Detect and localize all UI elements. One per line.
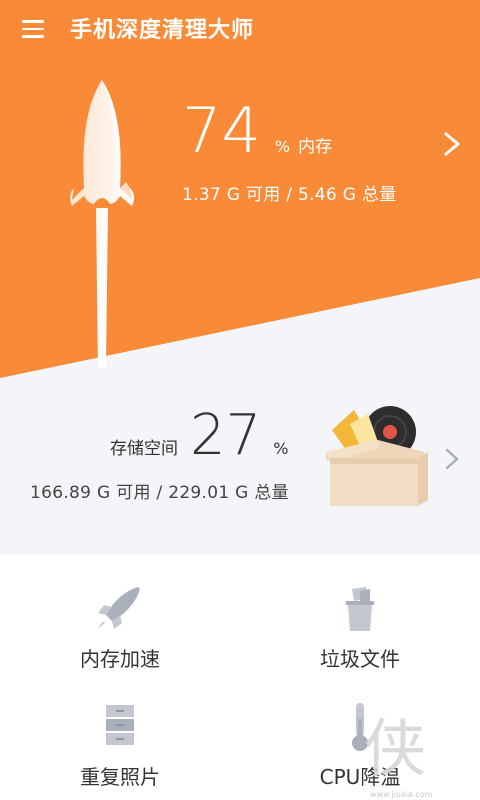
app-title: 手机深度清理大师 xyxy=(70,18,255,43)
tool-label: 垃圾文件 xyxy=(320,647,400,671)
watermark-url: www.jiuxia.com xyxy=(370,790,433,799)
chevron-right-icon[interactable] xyxy=(442,446,462,472)
storage-label: 存储空间 xyxy=(110,439,178,459)
memory-percent-unit: % xyxy=(274,137,291,156)
storage-percent: 27 xyxy=(190,403,262,468)
rocket-icon xyxy=(98,587,140,629)
memory-percent: 74 xyxy=(182,94,261,167)
hero-panel: 手机深度清理大师 74 % 内存 1.37 G 可用 / 5.46 G 总量 存… xyxy=(0,0,480,555)
storage-summary[interactable]: 存储空间 27 % 166.89 G 可用 / 229.01 G 总量 xyxy=(30,403,289,504)
tool-label: 重复照片 xyxy=(80,765,160,789)
tool-duplicate-photos[interactable]: 重复照片 xyxy=(20,701,220,790)
menu-button[interactable] xyxy=(22,16,48,42)
storage-detail: 166.89 G 可用 / 229.01 G 总量 xyxy=(30,483,289,503)
storage-box-illustration xyxy=(326,406,428,506)
tool-junk-files[interactable]: 垃圾文件 xyxy=(260,583,460,672)
watermark-logo: 侠 xyxy=(364,712,426,785)
watermark-glyph: 侠 xyxy=(364,712,426,785)
memory-detail: 1.37 G 可用 / 5.46 G 总量 xyxy=(182,185,397,205)
memory-summary[interactable]: 74 % 内存 1.37 G 可用 / 5.46 G 总量 xyxy=(182,94,397,206)
tool-memory-boost[interactable]: 内存加速 xyxy=(20,583,220,672)
tool-label: 内存加速 xyxy=(80,647,160,671)
memory-label: 内存 xyxy=(298,137,333,157)
chevron-right-icon[interactable] xyxy=(440,130,464,158)
trash-bin-icon xyxy=(346,587,374,631)
rocket-illustration xyxy=(70,80,134,368)
storage-percent-unit: % xyxy=(273,439,289,458)
cabinet-icon xyxy=(106,705,134,745)
